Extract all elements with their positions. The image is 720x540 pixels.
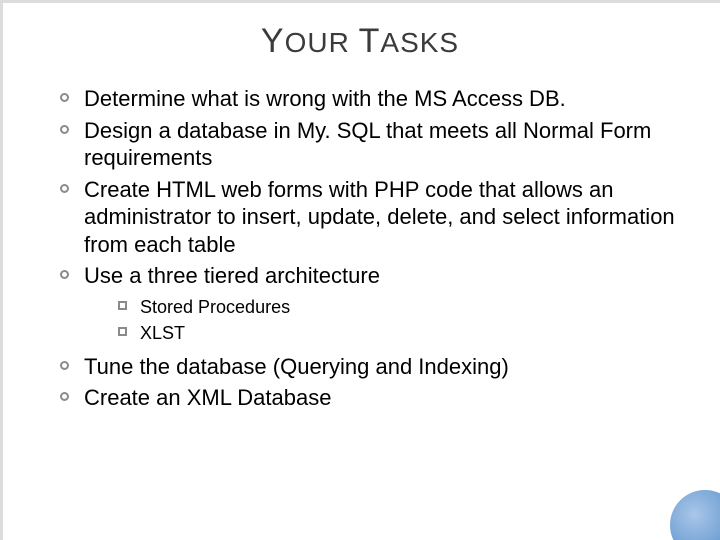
title-cap-t: T <box>359 22 381 60</box>
bullet-text: Create HTML web forms with PHP code that… <box>84 177 675 257</box>
bullet-text: Design a database in My. SQL that meets … <box>84 118 651 171</box>
list-item: Design a database in My. SQL that meets … <box>58 117 680 172</box>
list-item: Create an XML Database <box>58 384 680 412</box>
sub-bullet-list: Stored Procedures XLST <box>84 296 680 345</box>
bullet-text: Create an XML Database <box>84 385 331 410</box>
bullet-text: Tune the database (Querying and Indexing… <box>84 354 509 379</box>
list-item: Use a three tiered architecture Stored P… <box>58 262 680 345</box>
list-item: XLST <box>118 322 680 345</box>
slide-title: YOUR TASKS <box>0 22 720 61</box>
list-item: Tune the database (Querying and Indexing… <box>58 353 680 381</box>
list-item: Create HTML web forms with PHP code that… <box>58 176 680 259</box>
title-cap-y: Y <box>261 22 285 60</box>
bullet-text: Determine what is wrong with the MS Acce… <box>84 86 566 111</box>
slide: YOUR TASKS Determine what is wrong with … <box>0 0 720 540</box>
bullet-list-top: Determine what is wrong with the MS Acce… <box>58 85 680 412</box>
bullet-text: Use a three tiered architecture <box>84 263 380 288</box>
sphere-decoration <box>670 490 720 540</box>
title-rest-asks: ASKS <box>380 27 459 58</box>
list-item: Stored Procedures <box>118 296 680 319</box>
list-item: Determine what is wrong with the MS Acce… <box>58 85 680 113</box>
sub-bullet-text: XLST <box>140 323 185 343</box>
slide-body: Determine what is wrong with the MS Acce… <box>58 85 680 416</box>
edge-top <box>0 0 720 3</box>
sub-bullet-text: Stored Procedures <box>140 297 290 317</box>
edge-left <box>0 0 3 540</box>
title-rest-our: OUR <box>285 27 350 58</box>
